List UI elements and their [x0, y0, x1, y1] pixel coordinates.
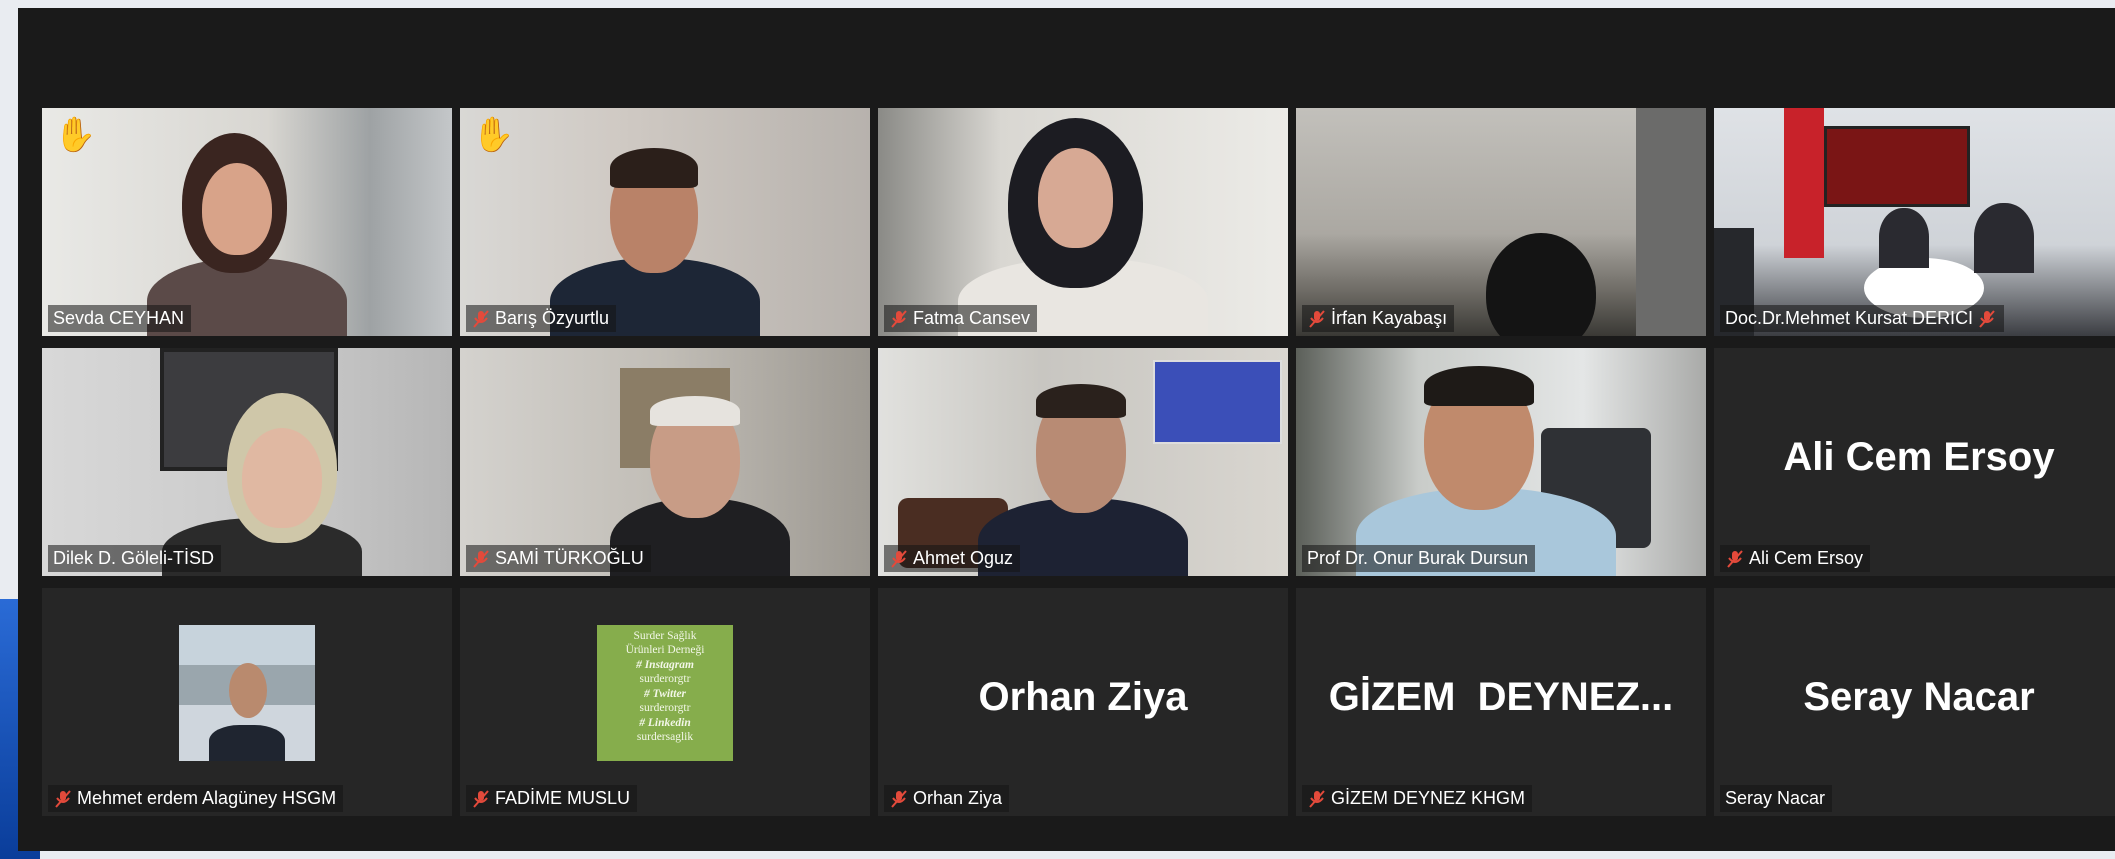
participant-name-tag: Ahmet Oguz — [884, 545, 1021, 572]
raised-hand-icon: ✋ — [54, 116, 97, 154]
participant-name-tag: İrfan Kayabaşı — [1302, 305, 1455, 332]
participant-tile-sami[interactable]: SAMİ TÜRKOĞLU — [460, 348, 870, 576]
participant-name: Ahmet Oguz — [913, 548, 1014, 568]
mic-muted-icon — [473, 549, 489, 568]
card-line: Ürünleri Derneği — [625, 644, 705, 657]
participant-tile-baris[interactable]: ✋ Barış Özyurtlu — [460, 108, 870, 336]
card-line: # Instagram — [636, 658, 694, 671]
participant-name: Fatma Cansev — [913, 308, 1031, 328]
card-line: Surder Sağlık — [633, 629, 697, 642]
participant-name-tag: Ali Cem Ersoy — [1720, 545, 1871, 572]
participant-tile-mehmet-erdem[interactable]: Mehmet erdem Alagüney HSGM — [42, 588, 452, 816]
video-feed — [460, 108, 870, 336]
participant-name: Seray Nacar — [1725, 788, 1826, 808]
participant-name-tag: Doc.Dr.Mehmet Kursat DERICI — [1720, 305, 2005, 332]
participant-name: Prof Dr. Onur Burak Dursun — [1307, 548, 1529, 568]
card-line: surdersaglik — [636, 731, 694, 744]
participant-name: Orhan Ziya — [913, 788, 1003, 808]
participant-tile-irfan[interactable]: İrfan Kayabaşı — [1296, 108, 1706, 336]
card-line: # Linkedin — [639, 716, 691, 729]
participant-name: İrfan Kayabaşı — [1331, 308, 1448, 328]
mic-muted-icon — [1309, 309, 1325, 328]
video-feed — [1714, 108, 2115, 336]
card-line: surderorgtr — [639, 673, 691, 686]
participant-display-name: Seray Nacar — [1803, 675, 2035, 719]
participant-name-tag: FADİME MUSLU — [466, 785, 638, 812]
video-feed — [1296, 108, 1706, 336]
participant-display-name: Orhan Ziya — [978, 675, 1188, 719]
mic-muted-icon — [55, 789, 71, 808]
participant-tile-derici[interactable]: Doc.Dr.Mehmet Kursat DERICI — [1714, 108, 2115, 336]
participant-name-tag: Mehmet erdem Alagüney HSGM — [48, 785, 344, 812]
participant-name: Ali Cem Ersoy — [1749, 548, 1864, 568]
participant-name-tag: Fatma Cansev — [884, 305, 1038, 332]
video-feed — [42, 108, 452, 336]
participant-name: SAMİ TÜRKOĞLU — [495, 548, 644, 568]
mic-muted-icon — [1979, 309, 1995, 328]
profile-picture — [179, 624, 315, 761]
participant-tile-seray[interactable]: Seray Nacar Seray Nacar — [1714, 588, 2115, 816]
video-conference-window: ✋ Sevda CEYHAN ✋ Barış Özyurtlu Fatma Ca… — [18, 8, 2115, 851]
participant-tile-fatma[interactable]: Fatma Cansev — [878, 108, 1288, 336]
video-feed — [1296, 348, 1706, 576]
participant-name: FADİME MUSLU — [495, 788, 631, 808]
participant-tile-gizem[interactable]: GİZEM DEYNEZ... GİZEM DEYNEZ KHGM — [1296, 588, 1706, 816]
participant-name-tag: GİZEM DEYNEZ KHGM — [1302, 785, 1533, 812]
mic-muted-icon — [891, 789, 907, 808]
participant-tile-onur[interactable]: Prof Dr. Onur Burak Dursun — [1296, 348, 1706, 576]
video-feed — [460, 348, 870, 576]
raised-hand-icon: ✋ — [472, 116, 515, 154]
participant-name: GİZEM DEYNEZ KHGM — [1331, 788, 1526, 808]
participant-name-tag: Sevda CEYHAN — [48, 305, 192, 332]
video-feed — [42, 348, 452, 576]
participant-tile-ahmet[interactable]: Ahmet Oguz — [878, 348, 1288, 576]
card-line: surderorgtr — [639, 702, 691, 715]
card-line: # Twitter — [643, 687, 687, 700]
mic-muted-icon — [1309, 789, 1325, 808]
participant-name: Sevda CEYHAN — [53, 308, 185, 328]
mic-muted-icon — [891, 549, 907, 568]
participant-display-name: Ali Cem Ersoy — [1783, 435, 2055, 479]
participant-tile-dilek[interactable]: Dilek D. Göleli-TİSD — [42, 348, 452, 576]
participant-tile-sevda[interactable]: ✋ Sevda CEYHAN — [42, 108, 452, 336]
mic-muted-icon — [1727, 549, 1743, 568]
participant-name-tag: Dilek D. Göleli-TİSD — [48, 545, 222, 572]
video-feed — [878, 348, 1288, 576]
mic-muted-icon — [473, 789, 489, 808]
video-feed — [878, 108, 1288, 336]
participant-tile-orhan[interactable]: Orhan Ziya Orhan Ziya — [878, 588, 1288, 816]
participant-name: Mehmet erdem Alagüney HSGM — [77, 788, 337, 808]
participant-name: Doc.Dr.Mehmet Kursat DERICI — [1725, 308, 1974, 328]
profile-card: Surder Sağlık Ürünleri Derneği # Instagr… — [597, 624, 733, 761]
participant-tile-alicem[interactable]: Ali Cem Ersoy Ali Cem Ersoy — [1714, 348, 2115, 576]
mic-muted-icon — [473, 309, 489, 328]
participant-name-tag: Barış Özyurtlu — [466, 305, 617, 332]
participant-display-name: GİZEM DEYNEZ... — [1328, 675, 1674, 719]
participant-name: Dilek D. Göleli-TİSD — [53, 548, 215, 568]
participant-name-tag: Prof Dr. Onur Burak Dursun — [1302, 545, 1536, 572]
mic-muted-icon — [891, 309, 907, 328]
participant-tile-fadime[interactable]: Surder Sağlık Ürünleri Derneği # Instagr… — [460, 588, 870, 816]
participant-name-tag: Orhan Ziya — [884, 785, 1010, 812]
participant-name: Barış Özyurtlu — [495, 308, 610, 328]
participant-name-tag: SAMİ TÜRKOĞLU — [466, 545, 651, 572]
participant-name-tag: Seray Nacar — [1720, 785, 1833, 812]
